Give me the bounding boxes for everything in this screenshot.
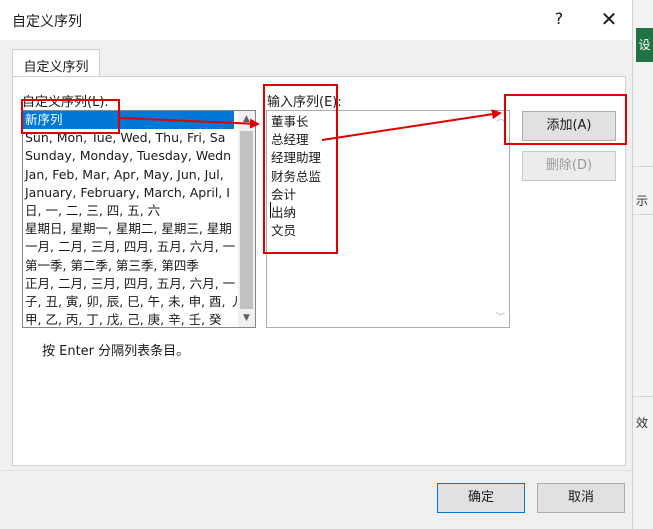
custom-list-item[interactable]: 正月, 二月, 三月, 四月, 五月, 六月, 一 — [23, 275, 237, 293]
list-entry-line: 董事长 — [271, 114, 309, 129]
dialog-title: 自定义序列 — [12, 14, 82, 30]
background-grid-line — [633, 166, 653, 167]
background-cell-text: 示 — [636, 194, 649, 208]
custom-lists-dialog: 自定义序列 ? ✕ 自定义序列 自定义序列(L): 输入序列(E): 新序列 Su… — [0, 0, 632, 529]
delete-button[interactable]: 删除(D) — [522, 151, 616, 181]
custom-list-item[interactable]: Jan, Feb, Mar, Apr, May, Jun, Jul, — [23, 166, 237, 184]
custom-list-item[interactable]: 子, 丑, 寅, 卯, 辰, 巳, 午, 未, 申, 酉, 丿 — [23, 293, 237, 311]
custom-list-item[interactable]: 第一季, 第二季, 第三季, 第四季 — [23, 257, 237, 275]
help-icon[interactable]: ? — [549, 9, 569, 31]
custom-list-item[interactable]: 甲, 乙, 丙, 丁, 戊, 己, 庚, 辛, 壬, 癸 — [23, 311, 237, 327]
list-entries-scrollbar[interactable]: ︿ ﹀ — [492, 111, 509, 327]
list-entry-line: 财务总监 — [271, 168, 322, 184]
custom-list-item[interactable]: 星期日, 星期一, 星期二, 星期三, 星期 — [23, 220, 237, 238]
custom-lists-scrollbar[interactable]: ▲ ▼ — [238, 111, 255, 327]
add-button[interactable]: 添加(A) — [522, 111, 616, 141]
footer-divider — [0, 470, 632, 471]
list-entry-line: 经理助理 — [271, 150, 322, 166]
custom-list-item[interactable]: Sun, Mon, Tue, Wed, Thu, Fri, Sa — [23, 129, 237, 147]
scroll-up-icon[interactable]: ▲ — [238, 111, 255, 128]
text-caret — [270, 202, 271, 218]
cancel-button[interactable]: 取消 — [537, 483, 625, 513]
custom-lists-listbox[interactable]: 新序列 Sun, Mon, Tue, Wed, Thu, Fri, Sa Sunda… — [22, 110, 256, 328]
list-entries-textarea[interactable]: 董事长总经理经理助理财务总监会计出纳文员 ︿ ﹀ — [266, 110, 510, 328]
custom-list-item-new[interactable]: 新序列 — [23, 111, 234, 130]
scrollbar-thumb[interactable] — [240, 131, 253, 309]
scroll-up-icon[interactable]: ︿ — [492, 111, 509, 128]
custom-list-item[interactable]: 一月, 二月, 三月, 四月, 五月, 六月, 一 — [23, 238, 237, 256]
custom-lists-items: 新序列 Sun, Mon, Tue, Wed, Thu, Fri, Sa Sunda… — [23, 111, 237, 327]
list-entry-line: 总经理 — [271, 132, 309, 148]
close-icon[interactable]: ✕ — [597, 7, 621, 31]
custom-lists-label: 自定义序列(L): — [22, 95, 109, 110]
background-spreadsheet-strip — [632, 0, 653, 529]
custom-list-item[interactable]: 日, 一, 二, 三, 四, 五, 六 — [23, 202, 237, 220]
list-entry-line: 出纳 — [271, 204, 297, 220]
scroll-down-icon[interactable]: ﹀ — [492, 310, 509, 327]
custom-list-item[interactable]: Sunday, Monday, Tuesday, Wedn — [23, 147, 237, 165]
list-entries-label: 输入序列(E): — [267, 95, 342, 110]
background-ribbon-button: 设 — [636, 28, 653, 62]
background-cell-text: 效 — [636, 416, 649, 430]
custom-list-item[interactable]: January, February, March, April, I — [23, 184, 237, 202]
tab-custom-lists[interactable]: 自定义序列 — [12, 49, 100, 77]
background-grid-line — [633, 214, 653, 215]
hint-text: 按 Enter 分隔列表条目。 — [42, 344, 190, 359]
list-entry-line: 文员 — [271, 223, 297, 239]
list-entries-lines: 董事长总经理经理助理财务总监会计出纳文员 — [271, 113, 321, 240]
background-grid-line — [633, 396, 653, 397]
ok-button[interactable]: 确定 — [437, 483, 525, 513]
scroll-down-icon[interactable]: ▼ — [238, 310, 255, 327]
dialog-titlebar: 自定义序列 ? ✕ — [0, 0, 632, 40]
list-entry-line: 会计 — [271, 186, 297, 202]
